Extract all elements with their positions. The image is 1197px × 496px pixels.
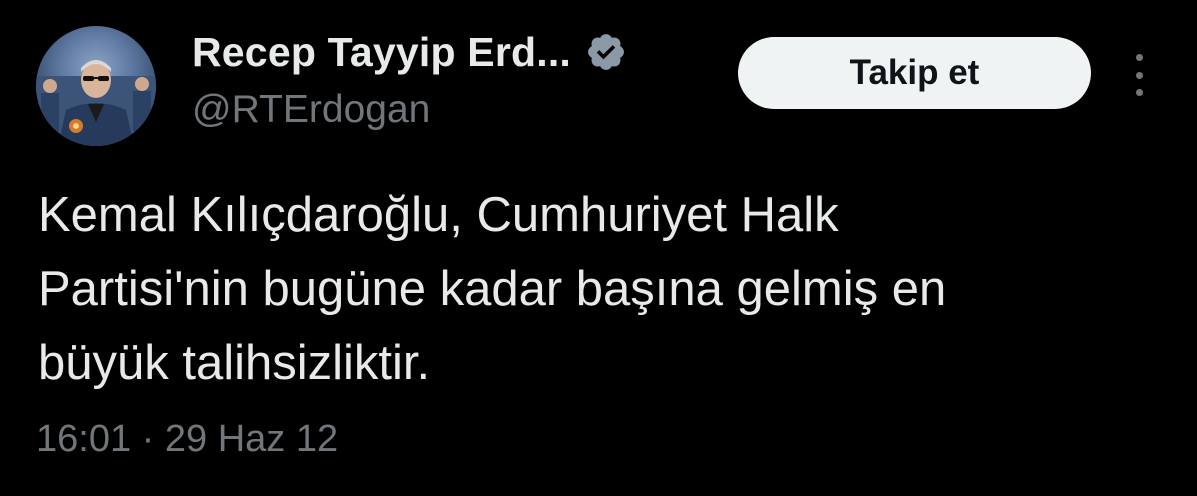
- more-dot: [1135, 89, 1143, 96]
- more-vertical-icon[interactable]: [1124, 50, 1154, 100]
- author-handle[interactable]: @RTErdogan: [192, 88, 430, 132]
- follow-button[interactable]: Takip et: [738, 37, 1091, 109]
- tweet-timestamp[interactable]: 16:01 · 29 Haz 12: [36, 418, 338, 461]
- more-dot: [1135, 71, 1143, 79]
- avatar[interactable]: [36, 26, 156, 146]
- author-display-name[interactable]: Recep Tayyip Erd...: [192, 29, 571, 76]
- author-name-row: Recep Tayyip Erd...: [192, 26, 627, 78]
- profile-photo-icon: [36, 60, 156, 146]
- tweet-text: Kemal Kılıçdaroğlu, Cumhuriyet Halk Part…: [38, 188, 947, 390]
- tweet-card: Recep Tayyip Erd... @RTErdogan Takip et …: [0, 0, 1197, 496]
- verified-badge-icon[interactable]: [585, 31, 627, 73]
- more-dot: [1135, 54, 1143, 61]
